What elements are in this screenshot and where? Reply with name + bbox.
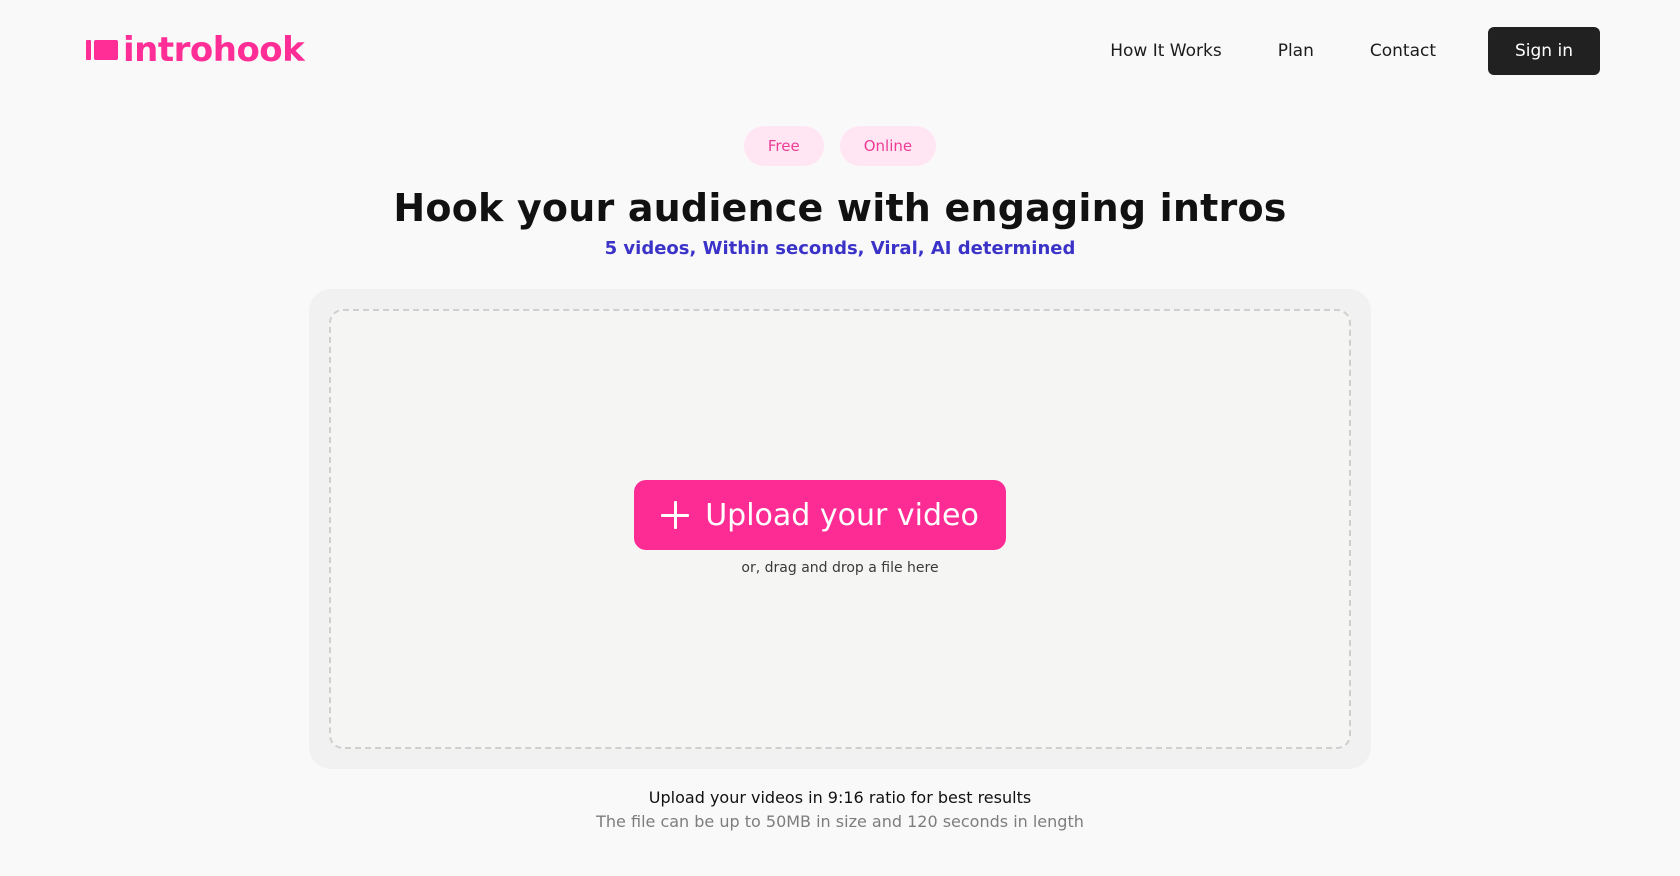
logo-mark-icon bbox=[86, 40, 118, 60]
upload-button-label: Upload your video bbox=[705, 497, 979, 533]
plus-icon bbox=[661, 501, 690, 529]
logo[interactable]: introhook bbox=[86, 30, 305, 70]
header: introhook How It Works Plan Contact Sign… bbox=[0, 0, 1680, 102]
hero-subtitle: 5 videos, Within seconds, Viral, AI dete… bbox=[604, 238, 1076, 259]
logo-text: introhook bbox=[123, 30, 305, 70]
badge-free: Free bbox=[743, 126, 824, 166]
sign-in-button[interactable]: Sign in bbox=[1488, 27, 1600, 75]
nav-link-contact[interactable]: Contact bbox=[1370, 41, 1436, 61]
main-nav: How It Works Plan Contact Sign in bbox=[1110, 27, 1600, 75]
nav-link-plan[interactable]: Plan bbox=[1278, 41, 1314, 61]
badge-online: Online bbox=[839, 126, 937, 166]
badge-row: Free Online bbox=[0, 126, 1680, 166]
page: introhook How It Works Plan Contact Sign… bbox=[0, 0, 1680, 876]
ratio-note: Upload your videos in 9:16 ratio for bes… bbox=[648, 788, 1032, 807]
drag-drop-hint: or, drag and drop a file here bbox=[741, 560, 939, 576]
nav-link-how-it-works[interactable]: How It Works bbox=[1110, 41, 1221, 61]
limits-note: The file can be up to 50MB in size and 1… bbox=[596, 812, 1084, 831]
upload-video-button[interactable]: Upload your video bbox=[634, 480, 1006, 550]
hero-title: Hook your audience with engaging intros bbox=[393, 186, 1287, 230]
